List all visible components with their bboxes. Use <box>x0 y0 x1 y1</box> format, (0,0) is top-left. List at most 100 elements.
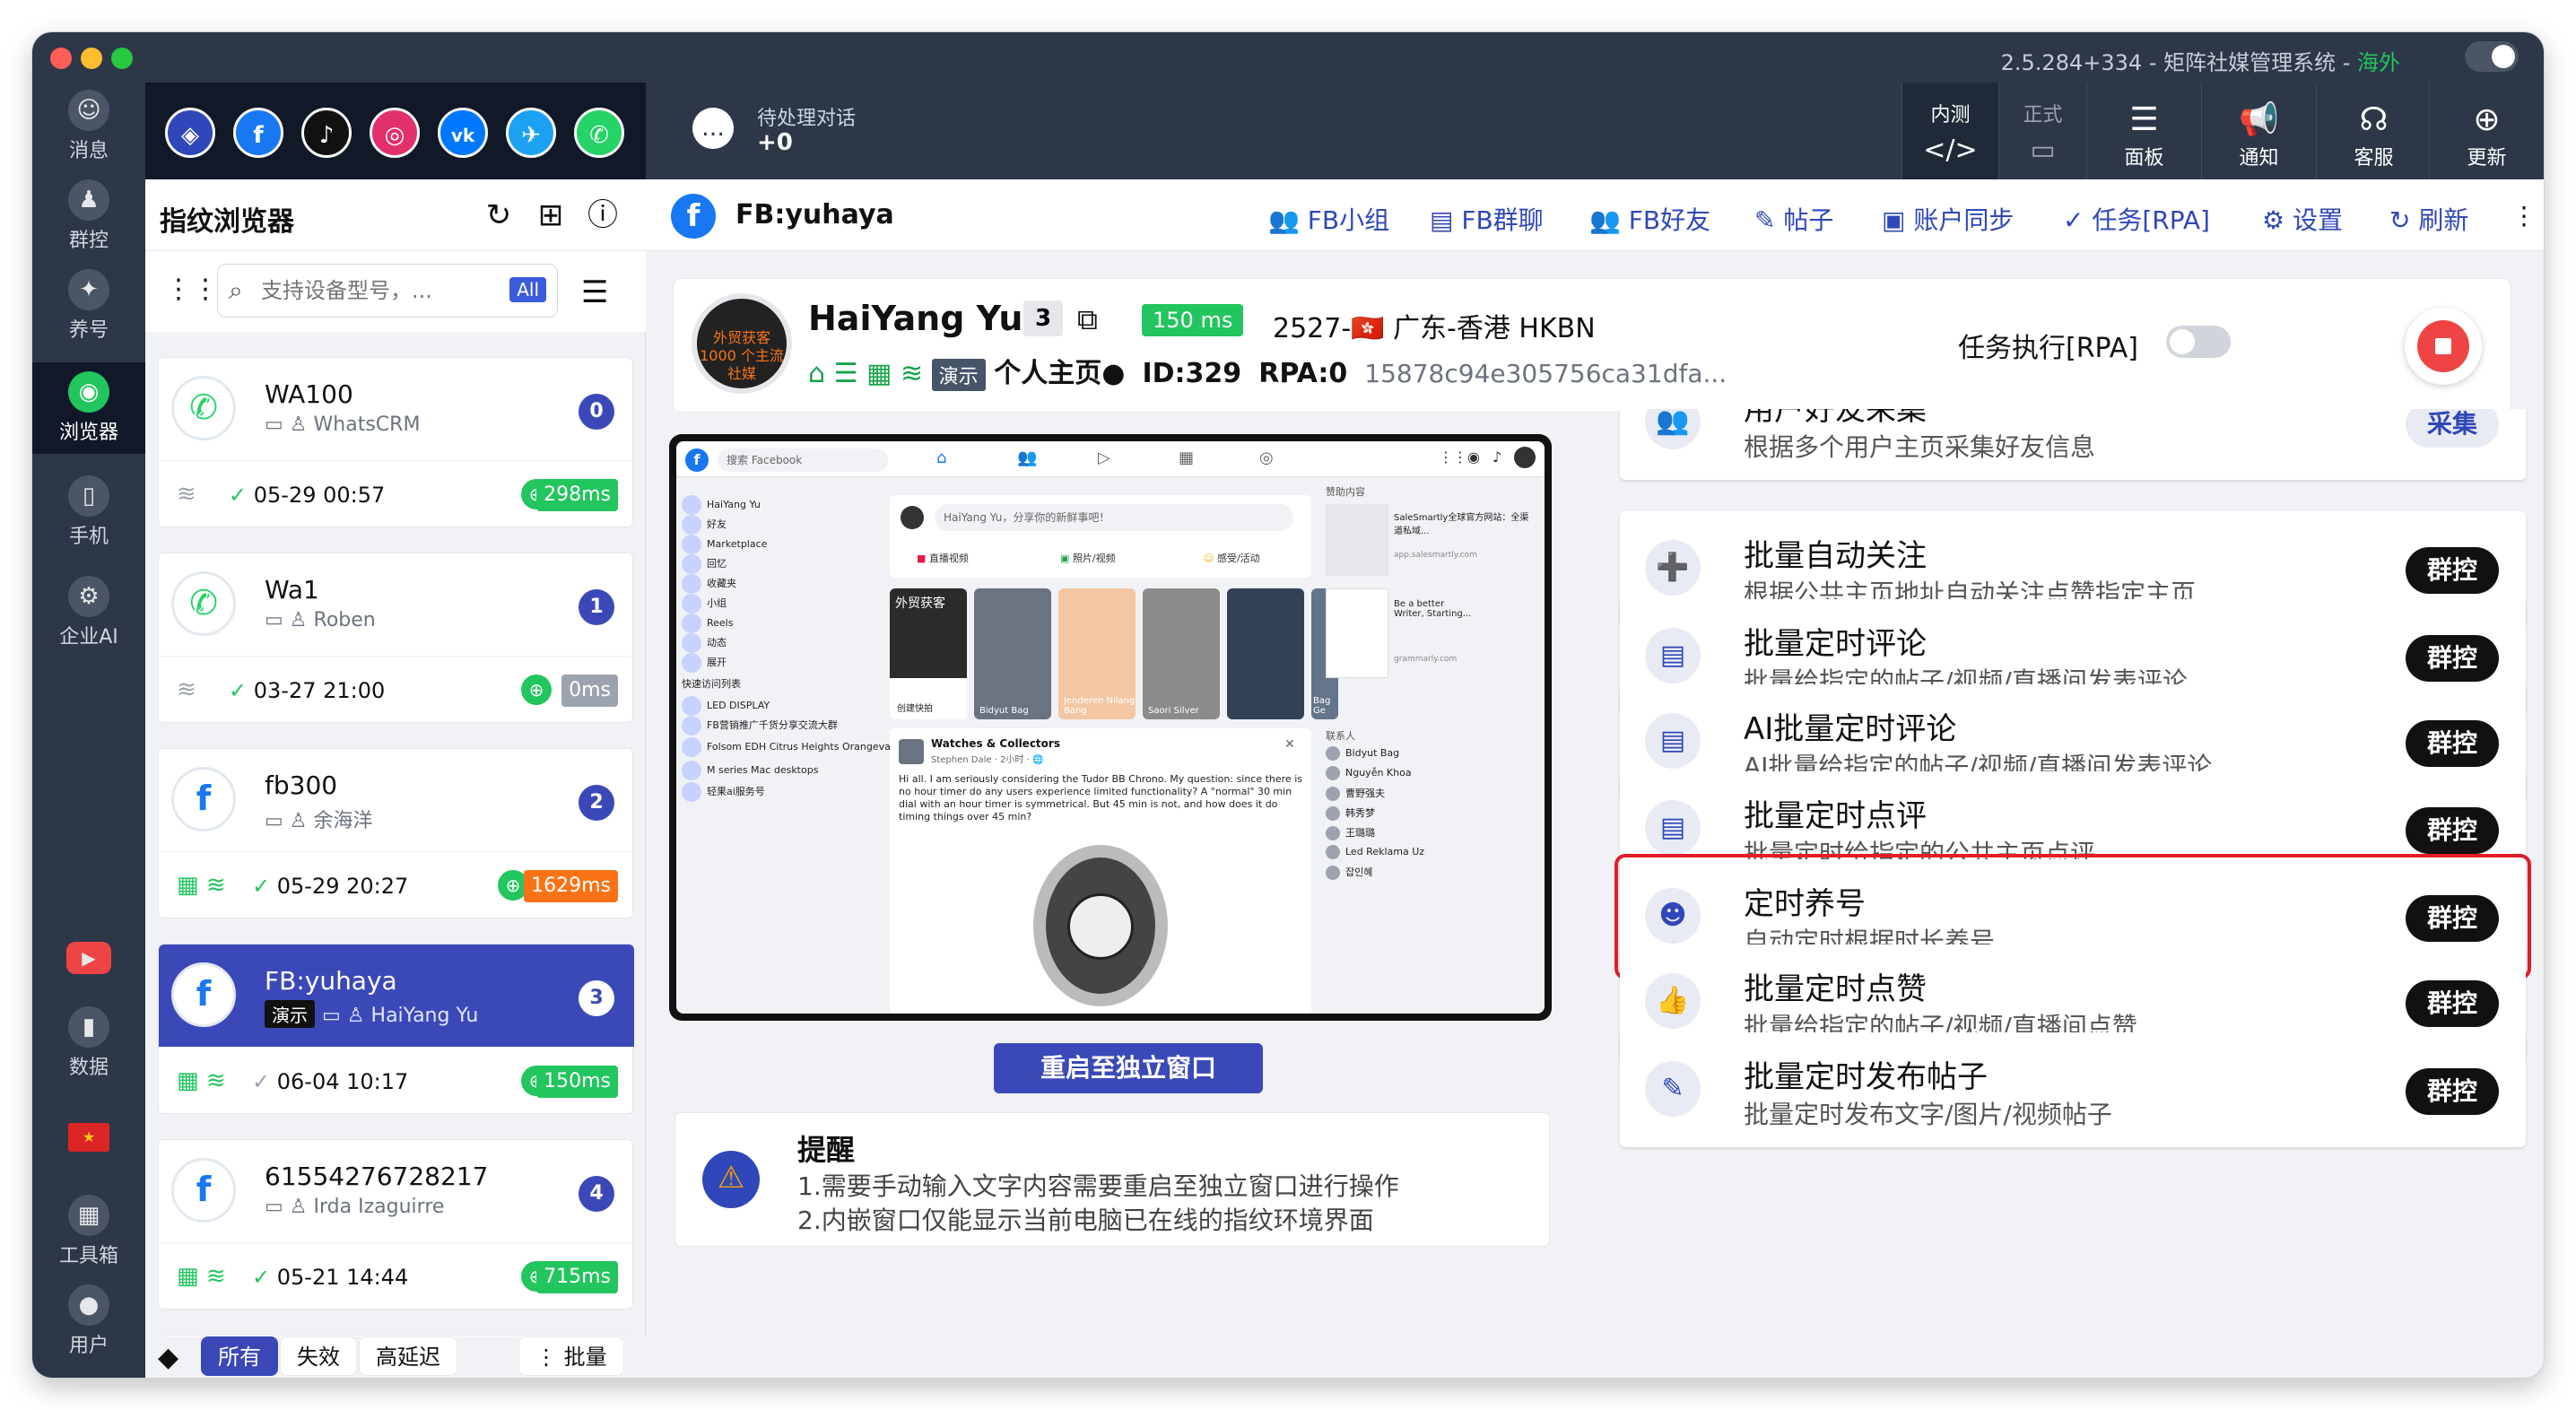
minimize-window-button[interactable] <box>81 48 102 69</box>
env-test-button[interactable]: 内测 </> <box>1902 83 1998 179</box>
task-action-button[interactable]: 群控 <box>2405 719 2499 767</box>
home-icon[interactable]: ⌂ <box>808 358 825 389</box>
tiktok-icon[interactable]: ♪ <box>301 108 352 158</box>
close-window-button[interactable] <box>50 48 72 69</box>
theme-toggle[interactable] <box>2465 41 2519 72</box>
contact-item[interactable]: 韩秀梦 <box>1326 805 1375 821</box>
fb-left-item[interactable]: Marketplace <box>682 535 767 554</box>
filter-high-latency-button[interactable]: 高延迟 <box>359 1336 457 1376</box>
fb-left-item[interactable]: LED DISPLAY <box>682 696 770 716</box>
tag-icon[interactable]: ◆ <box>158 1342 178 1373</box>
contact-item[interactable]: Led Reklama Uz <box>1326 845 1424 859</box>
support-button[interactable]: ☊ 客服 <box>2316 83 2431 179</box>
filter-invalid-button[interactable]: 失效 <box>280 1336 357 1376</box>
nav-data[interactable]: ▮ 数据 <box>32 1006 145 1080</box>
nav-youtube[interactable]: ▶ <box>32 942 145 978</box>
live-video-button[interactable]: ■ 直播视频 <box>917 551 969 565</box>
photo-button[interactable]: ▣ 照片/视频 <box>1060 551 1116 565</box>
nav-region[interactable]: ★ <box>32 1123 145 1155</box>
filter-all-button[interactable]: 所有 <box>201 1336 278 1376</box>
fb-left-item[interactable]: 好友 <box>682 515 727 535</box>
contact-item[interactable]: 曹野强夫 <box>1326 786 1385 801</box>
menu-settings[interactable]: ⚙ 设置 <box>2262 201 2343 237</box>
fb-left-item[interactable]: M series Mac desktops <box>682 761 818 780</box>
fb-left-item[interactable]: Reels <box>682 614 733 633</box>
sort-icon[interactable]: ☰ <box>581 274 608 310</box>
task-action-button[interactable]: 群控 <box>2405 547 2499 595</box>
task-action-button[interactable]: 群控 <box>2405 634 2499 682</box>
account-card[interactable]: ✆ WA100 ▭ ♙ WhatsCRM 0 ≋ ✓ 05-29 00:57 ⊕… <box>158 357 634 527</box>
account-card[interactable]: f 61554276728217 ▭ ♙ Irda Izaguirre 4 ▦ … <box>158 1139 634 1310</box>
messenger-icon[interactable]: ◉ <box>1467 448 1480 466</box>
task-action-button[interactable]: 采集 <box>2405 409 2499 448</box>
task-action-button[interactable]: 群控 <box>2405 980 2499 1028</box>
home-icon[interactable]: ⌂ <box>936 448 946 467</box>
browser-icon[interactable]: ◈ <box>165 108 215 158</box>
rpa-toggle[interactable] <box>2166 326 2231 358</box>
menu-rpa-tasks[interactable]: ✓ 任务[RPA] <box>2063 201 2210 237</box>
whatsapp-icon[interactable]: ✆ <box>574 108 624 158</box>
notify-button[interactable]: 📢 通知 <box>2201 83 2316 179</box>
facebook-icon[interactable]: f <box>233 108 283 158</box>
feeling-button[interactable]: ☺ 感受/活动 <box>1204 551 1260 565</box>
marketplace-icon[interactable]: ▦ <box>1179 448 1194 467</box>
stop-button[interactable] <box>2405 308 2482 385</box>
account-card[interactable]: f FB:yuhaya 演示 ▭ ♙ HaiYang Yu 3 ▦ ≋ ✓ 06-… <box>158 944 634 1114</box>
contact-item[interactable]: 王璐璐 <box>1326 825 1375 840</box>
menu-refresh[interactable]: ↻ 刷新 <box>2389 201 2468 237</box>
avatar[interactable] <box>1514 447 1536 468</box>
video-icon[interactable]: ▷ <box>1098 448 1110 467</box>
fb-left-item[interactable]: 小组 <box>682 594 727 614</box>
search-field[interactable]: ⌕ All <box>217 264 558 318</box>
story-item[interactable]: Jenderen Nilang Bang <box>1058 588 1136 719</box>
fb-left-item[interactable]: 回忆 <box>682 554 727 574</box>
friends-icon[interactable]: 👥 <box>1017 448 1037 467</box>
gaming-icon[interactable]: ◎ <box>1259 448 1274 467</box>
search-input[interactable] <box>261 275 485 306</box>
more-icon[interactable]: ⋮ <box>2511 201 2537 231</box>
task-action-button[interactable]: 群控 <box>2405 807 2499 855</box>
nav-toolbox[interactable]: ▦ 工具箱 <box>32 1195 145 1268</box>
env-prod-button[interactable]: 正式 ▭ <box>1998 83 2086 179</box>
maximize-window-button[interactable] <box>111 48 133 69</box>
fb-left-item[interactable]: 展开 <box>682 653 727 673</box>
restart-window-button[interactable]: 重启至独立窗口 <box>994 1043 1263 1093</box>
nav-messages[interactable]: ☺ 消息 <box>32 90 145 163</box>
nav-user[interactable]: ● 用户 <box>32 1284 145 1358</box>
nav-browser[interactable]: ◉ 浏览器 <box>32 362 145 454</box>
story-item[interactable]: Bidyut Bag <box>974 588 1051 719</box>
contact-item[interactable]: Bidyut Bag <box>1326 746 1399 761</box>
story-create[interactable]: 外贸获客 创建快拍 <box>890 588 967 719</box>
copy-icon[interactable]: ⧉ <box>1077 302 1098 337</box>
refresh-icon[interactable]: ↻ <box>479 196 518 235</box>
menu-account-sync[interactable]: ▣ 账户同步 <box>1882 201 2014 237</box>
embedded-browser[interactable]: f 搜索 Facebook ⌂ 👥 ▷ ▦ ◎ ⋮⋮ ◉ ♪ HaiYang Y… <box>669 434 1552 1021</box>
nav-group-control[interactable]: ♟ 群控 <box>32 179 145 253</box>
composer-input[interactable]: HaiYang Yu，分享你的新鲜事吧！ <box>935 504 1293 531</box>
vk-icon[interactable]: vk <box>438 108 488 158</box>
fb-left-item[interactable]: FB营销推广千货分享交流大群 <box>682 716 838 735</box>
add-icon[interactable]: ⊞ <box>531 196 570 235</box>
panel-button[interactable]: ☰ 面板 <box>2086 83 2201 179</box>
instagram-icon[interactable]: ◎ <box>370 108 420 158</box>
close-icon[interactable]: ✕ <box>1284 737 1295 752</box>
task-action-button[interactable]: 群控 <box>2405 895 2499 942</box>
grid-icon[interactable]: ⋮⋮⋮ <box>165 274 246 305</box>
contact-item[interactable]: 잡인혜 <box>1326 865 1372 880</box>
post-author[interactable]: Watches & Collectors <box>931 737 1060 750</box>
update-button[interactable]: ⊕ 更新 <box>2429 83 2544 179</box>
story-item[interactable]: Saori Silver <box>1143 588 1220 719</box>
bell-icon[interactable]: ♪ <box>1493 448 1501 466</box>
fb-left-item[interactable]: HaiYang Yu <box>682 495 761 515</box>
nav-phone[interactable]: ▯ 手机 <box>32 475 145 549</box>
fb-left-item[interactable]: 轻果ai服务号 <box>682 782 765 802</box>
contact-item[interactable]: Nguyễn Khoa <box>1326 766 1412 780</box>
account-card[interactable]: ✆ Wa1 ▭ ♙ Roben 1 ≋ ✓ 03-27 21:00 ⊕ 0ms <box>158 553 634 723</box>
menu-posts[interactable]: ✎ 帖子 <box>1754 201 1833 237</box>
menu-fb-friends[interactable]: 👥 FB好友 <box>1589 201 1710 237</box>
fb-left-item[interactable]: 动态 <box>682 633 727 653</box>
home-page-link[interactable]: 个人主页● <box>994 358 1125 389</box>
twitter-icon[interactable]: ✈ <box>506 108 556 158</box>
facebook-search[interactable]: 搜索 Facebook <box>718 448 888 472</box>
story-item[interactable] <box>1227 588 1304 719</box>
